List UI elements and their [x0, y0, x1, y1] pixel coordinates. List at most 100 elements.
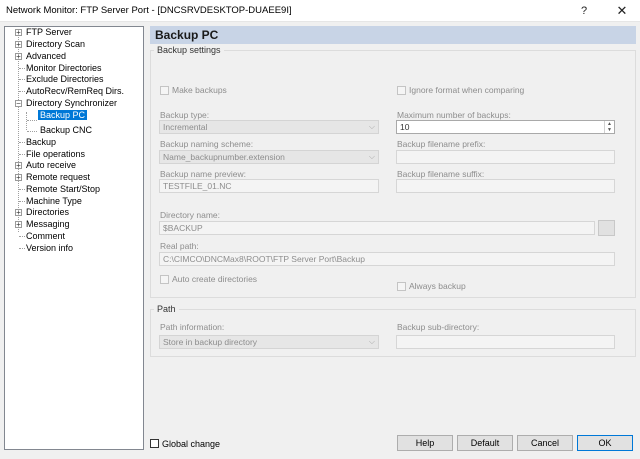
filename-suffix-field[interactable]: [396, 179, 615, 193]
max-backups-spinner[interactable]: 10 ▲ ▼: [396, 120, 615, 134]
tree-item-label: File operations: [26, 149, 86, 159]
tree-item-label: Directory Synchronizer: [26, 98, 118, 108]
chevron-down-icon: ⌵: [368, 152, 375, 161]
expand-icon[interactable]: +: [15, 209, 22, 217]
tree-item-label: Exclude Directories: [26, 74, 104, 84]
tree-item-label: AutoRecv/RemReq Dirs.: [26, 86, 125, 96]
page-title: Backup PC: [155, 28, 219, 42]
dialog-body: + FTP Server + Directory Scan + Advanced…: [0, 22, 640, 459]
tree-item-advanced[interactable]: Advanced: [26, 51, 66, 62]
naming-scheme-select[interactable]: Name_backupnumber.extension ⌵: [159, 150, 379, 164]
spin-down-icon[interactable]: ▼: [604, 127, 614, 133]
real-path-field: C:\CIMCO\DNCMax8\ROOT\FTP Server Port\Ba…: [159, 252, 615, 266]
title-bar: Network Monitor: FTP Server Port - [DNCS…: [0, 0, 640, 22]
path-info-value: Store in backup directory: [163, 337, 258, 347]
sub-directory-field[interactable]: [396, 335, 615, 349]
settings-panel: Backup settings Make backups Ignore form…: [150, 44, 636, 362]
expand-icon[interactable]: +: [15, 29, 22, 37]
tree-item-directories[interactable]: Directories: [26, 207, 69, 218]
tree-item-label: FTP Server: [26, 27, 72, 37]
backup-type-select[interactable]: Incremental ⌵: [159, 120, 379, 134]
expand-icon[interactable]: +: [15, 174, 22, 182]
naming-scheme-label: Backup naming scheme:: [160, 139, 254, 149]
expand-icon[interactable]: +: [15, 162, 22, 170]
page-header: Backup PC: [150, 26, 636, 44]
backup-settings-group-label: Backup settings: [154, 45, 224, 55]
tree-item-directory-scan[interactable]: Directory Scan: [26, 39, 85, 50]
real-path-label: Real path:: [160, 241, 199, 251]
auto-create-checkbox[interactable]: [160, 275, 169, 284]
global-change-checkbox[interactable]: [150, 439, 159, 448]
settings-tree[interactable]: + FTP Server + Directory Scan + Advanced…: [4, 26, 144, 450]
default-button[interactable]: Default: [457, 435, 513, 451]
tree-item-autorecv-remreq-dirs[interactable]: AutoRecv/RemReq Dirs.: [26, 86, 124, 97]
tree-item-label: Version info: [26, 243, 74, 253]
tree-item-auto-receive[interactable]: Auto receive: [26, 160, 76, 171]
ignore-format-checkbox[interactable]: [397, 86, 406, 95]
tree-item-file-operations[interactable]: File operations: [26, 149, 85, 160]
backup-type-value: Incremental: [163, 122, 208, 132]
tree-item-backup-cnc[interactable]: Backup CNC: [40, 125, 92, 136]
tree-item-label: Monitor Directories: [26, 63, 102, 73]
tree-item-machine-type[interactable]: Machine Type: [26, 196, 82, 207]
name-preview-field: TESTFILE_01.NC: [159, 179, 379, 193]
tree-item-label: Messaging: [26, 219, 70, 229]
tree-item-remote-request[interactable]: Remote request: [26, 172, 90, 183]
help-icon[interactable]: ?: [566, 0, 602, 22]
tree-item-backup-pc[interactable]: Backup PC: [38, 110, 88, 121]
filename-suffix-label: Backup filename suffix:: [397, 169, 485, 179]
expand-icon[interactable]: +: [15, 41, 22, 49]
tree-item-comment[interactable]: Comment: [26, 231, 65, 242]
auto-create-label: Auto create directories: [172, 274, 258, 284]
make-backups-label: Make backups: [172, 85, 227, 95]
path-info-select[interactable]: Store in backup directory ⌵: [159, 335, 379, 349]
browse-button[interactable]: [598, 220, 615, 236]
tree-item-remote-start-stop[interactable]: Remote Start/Stop: [26, 184, 100, 195]
path-group: [150, 309, 636, 357]
window-title: Network Monitor: FTP Server Port - [DNCS…: [6, 5, 292, 16]
filename-prefix-field[interactable]: [396, 150, 615, 164]
tree-item-label: Remote request: [26, 172, 91, 182]
backup-type-label: Backup type:: [160, 110, 210, 120]
ignore-format-label: Ignore format when comparing: [409, 85, 525, 95]
directory-name-label: Directory name:: [160, 210, 220, 220]
tree-item-label: Backup PC: [38, 110, 88, 120]
tree-item-messaging[interactable]: Messaging: [26, 219, 70, 230]
expand-icon[interactable]: +: [15, 53, 22, 61]
tree-item-directory-synchronizer[interactable]: Directory Synchronizer: [26, 98, 117, 109]
cancel-button[interactable]: Cancel: [517, 435, 573, 451]
chevron-down-icon: ⌵: [368, 337, 375, 346]
tree-item-ftp-server[interactable]: FTP Server: [26, 27, 72, 38]
chevron-down-icon: ⌵: [368, 122, 375, 131]
tree-item-exclude-directories[interactable]: Exclude Directories: [26, 74, 104, 85]
tree-item-label: Comment: [26, 231, 66, 241]
filename-prefix-label: Backup filename prefix:: [397, 139, 486, 149]
ok-button[interactable]: OK: [577, 435, 633, 451]
always-backup-checkbox[interactable]: [397, 282, 406, 291]
make-backups-checkbox[interactable]: [160, 86, 169, 95]
close-icon[interactable]: ✕: [604, 0, 640, 22]
tree-item-label: Advanced: [26, 51, 67, 61]
tree-item-label: Remote Start/Stop: [26, 184, 101, 194]
help-button[interactable]: Help: [397, 435, 453, 451]
max-backups-value: 10: [400, 122, 410, 132]
tree-item-version-info[interactable]: Version info: [26, 243, 73, 254]
path-info-label: Path information:: [160, 322, 225, 332]
tree-item-label: Backup: [26, 137, 57, 147]
tree-item-label: Directory Scan: [26, 39, 86, 49]
always-backup-label: Always backup: [409, 281, 466, 291]
tree-item-label: Auto receive: [26, 160, 77, 170]
expand-icon[interactable]: +: [15, 221, 22, 229]
naming-scheme-value: Name_backupnumber.extension: [163, 152, 285, 162]
tree-item-label: Machine Type: [26, 196, 82, 206]
max-backups-label: Maximum number of backups:: [397, 110, 511, 120]
tree-item-label: Backup CNC: [40, 125, 93, 135]
global-change-label: Global change: [162, 439, 221, 449]
collapse-icon[interactable]: −: [15, 100, 22, 108]
sub-directory-label: Backup sub-directory:: [397, 322, 480, 332]
tree-item-backup[interactable]: Backup: [26, 137, 56, 148]
tree-item-monitor-directories[interactable]: Monitor Directories: [26, 63, 102, 74]
directory-name-field[interactable]: $BACKUP: [159, 221, 595, 235]
name-preview-label: Backup name preview:: [160, 169, 246, 179]
path-group-label: Path: [154, 304, 179, 314]
